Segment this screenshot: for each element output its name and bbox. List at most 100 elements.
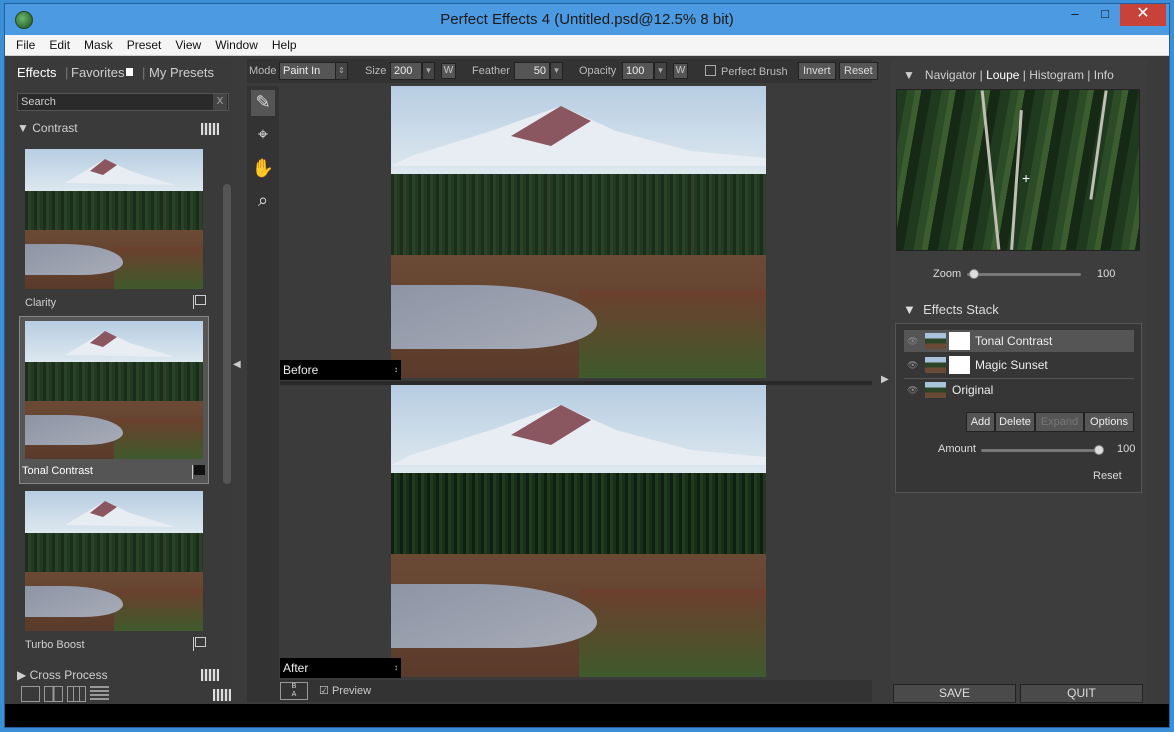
list-view-icon[interactable] — [90, 686, 109, 702]
ba-b: B — [291, 683, 297, 690]
three-column-view-icon[interactable] — [67, 686, 86, 702]
hand-icon[interactable]: ✋ — [251, 156, 275, 182]
after-image[interactable] — [391, 385, 766, 677]
tab-favorites[interactable]: Favorites — [71, 65, 134, 80]
before-label: Before — [283, 363, 319, 377]
zoom-icon[interactable]: ⌕ — [251, 188, 275, 214]
thumbnail-scrollbar[interactable] — [223, 184, 231, 484]
menu-edit[interactable]: Edit — [42, 35, 77, 56]
effect-thumbnails: Clarity Tonal Contrast Turbo Boost — [17, 141, 214, 711]
collapse-right-panel-icon[interactable]: ▶ — [881, 374, 889, 385]
options-button[interactable]: Options — [1084, 412, 1134, 432]
tab-navigator[interactable]: Navigator — [925, 68, 976, 82]
zoom-slider-handle[interactable] — [969, 269, 979, 279]
menu-file[interactable]: File — [9, 35, 42, 56]
tab-info[interactable]: Info — [1094, 68, 1114, 82]
single-column-view-icon[interactable] — [21, 686, 40, 702]
after-label: After — [283, 661, 309, 675]
effect-thumb-clarity[interactable]: Clarity — [25, 149, 206, 311]
preview-checkbox[interactable]: ☑ Preview — [319, 684, 371, 697]
perfect-brush-label: Perfect Brush — [721, 66, 788, 78]
save-button[interactable]: SAVE — [893, 684, 1016, 703]
feather-field[interactable]: 50 — [514, 62, 550, 80]
opacity-field[interactable]: 100 — [622, 62, 654, 80]
delete-button[interactable]: Delete — [995, 412, 1035, 432]
add-button[interactable]: Add — [966, 412, 995, 432]
two-column-view-icon[interactable] — [44, 686, 63, 702]
crosshair-icon: + — [1022, 170, 1031, 186]
menu-mask[interactable]: Mask — [77, 35, 120, 56]
tab-histogram[interactable]: Histogram — [1029, 68, 1084, 82]
favorite-flag-icon[interactable] — [192, 465, 205, 479]
effect-thumb-turbo-boost[interactable]: Turbo Boost — [25, 491, 206, 653]
category-cross-process[interactable]: ▶ Cross Process — [17, 668, 108, 682]
tab-loupe[interactable]: Loupe — [986, 68, 1019, 82]
mode-select[interactable]: Paint In — [279, 62, 339, 80]
mode-spinner-icon[interactable]: ⇕ — [335, 62, 348, 80]
search-placeholder: Search — [21, 96, 56, 108]
grid-view-icon[interactable] — [201, 669, 219, 681]
size-dropdown-icon[interactable]: ▼ — [422, 62, 435, 80]
feather-dropdown-icon[interactable]: ▼ — [550, 62, 563, 80]
category-contrast[interactable]: ▼ Contrast — [17, 121, 78, 135]
size-label: Size — [365, 65, 387, 77]
grid-options-icon[interactable] — [213, 689, 231, 701]
loupe-image[interactable]: + — [896, 89, 1140, 251]
masking-bug-icon[interactable]: ⌖ — [251, 122, 275, 148]
menu-view[interactable]: View — [168, 35, 208, 56]
window-title: Perfect Effects 4 (Untitled.psd@12.5% 8 … — [440, 11, 734, 28]
title-bar: Perfect Effects 4 (Untitled.psd@12.5% 8 … — [5, 4, 1169, 35]
eye-icon[interactable]: 👁 — [907, 330, 918, 352]
favorite-flag-icon[interactable] — [193, 637, 206, 651]
app-window: Perfect Effects 4 (Untitled.psd@12.5% 8 … — [4, 3, 1170, 728]
opacity-dropdown-icon[interactable]: ▼ — [654, 62, 667, 80]
mask-thumbnail[interactable] — [949, 332, 970, 350]
effect-thumb-tonal-contrast[interactable]: Tonal Contrast — [19, 316, 209, 484]
after-view-select[interactable]: After ↕ — [280, 658, 401, 678]
stack-item-tonal-contrast[interactable]: 👁 Tonal Contrast — [904, 330, 1134, 352]
reset-mask-button[interactable]: Reset — [839, 62, 878, 80]
before-view-select[interactable]: Before ↕ — [280, 360, 401, 380]
effects-stack-header[interactable]: ▼ Effects Stack — [903, 302, 999, 317]
menu-window[interactable]: Window — [208, 35, 265, 56]
invert-button[interactable]: Invert — [798, 62, 836, 80]
minimize-button[interactable]: – — [1060, 4, 1090, 26]
stack-item-original[interactable]: 👁 Original — [904, 378, 1134, 400]
zoom-slider[interactable] — [967, 273, 1081, 276]
menu-preset[interactable]: Preset — [120, 35, 169, 56]
amount-label: Amount — [938, 443, 976, 455]
size-field[interactable]: 200 — [390, 62, 422, 80]
amount-slider-handle[interactable] — [1094, 445, 1104, 455]
expand-button[interactable]: Expand — [1035, 412, 1084, 432]
status-bar — [5, 704, 1169, 727]
maximize-button[interactable]: □ — [1090, 4, 1120, 26]
perfect-brush-checkbox[interactable]: Perfect Brush — [705, 65, 788, 78]
search-clear-button[interactable]: X — [213, 94, 227, 110]
reset-amount-button[interactable]: Reset — [1093, 470, 1122, 482]
grid-view-icon[interactable] — [201, 123, 219, 135]
chevron-down-icon: ▼ — [903, 68, 915, 82]
opacity-wacom-button[interactable]: W — [673, 63, 688, 79]
before-after-toggle-icon[interactable]: BA — [280, 682, 308, 700]
eye-icon[interactable]: 👁 — [907, 379, 918, 401]
search-input[interactable]: Search X — [17, 93, 229, 111]
brush-icon[interactable]: ✎ — [251, 90, 275, 116]
stack-item-magic-sunset[interactable]: 👁 Magic Sunset — [904, 354, 1134, 376]
mask-thumbnail[interactable] — [949, 356, 970, 374]
quit-button[interactable]: QUIT — [1020, 684, 1143, 703]
tab-separator: | — [142, 65, 146, 80]
close-button[interactable]: ✕ — [1120, 4, 1166, 26]
thumbnail-image — [25, 491, 203, 631]
tab-effects[interactable]: Effects — [17, 65, 57, 80]
before-image[interactable] — [391, 86, 766, 378]
preview-label: Preview — [331, 685, 372, 697]
favorite-flag-icon[interactable] — [193, 295, 206, 309]
thumbnail-image — [25, 321, 203, 459]
tab-my-presets[interactable]: My Presets — [149, 65, 214, 80]
size-wacom-button[interactable]: W — [441, 63, 456, 79]
amount-slider[interactable] — [981, 449, 1101, 452]
image-canvas[interactable]: Before ↕ After ↕ — [280, 86, 872, 680]
menu-help[interactable]: Help — [265, 35, 304, 56]
collapse-left-panel-icon[interactable]: ◀ — [233, 359, 241, 370]
eye-icon[interactable]: 👁 — [907, 354, 918, 376]
